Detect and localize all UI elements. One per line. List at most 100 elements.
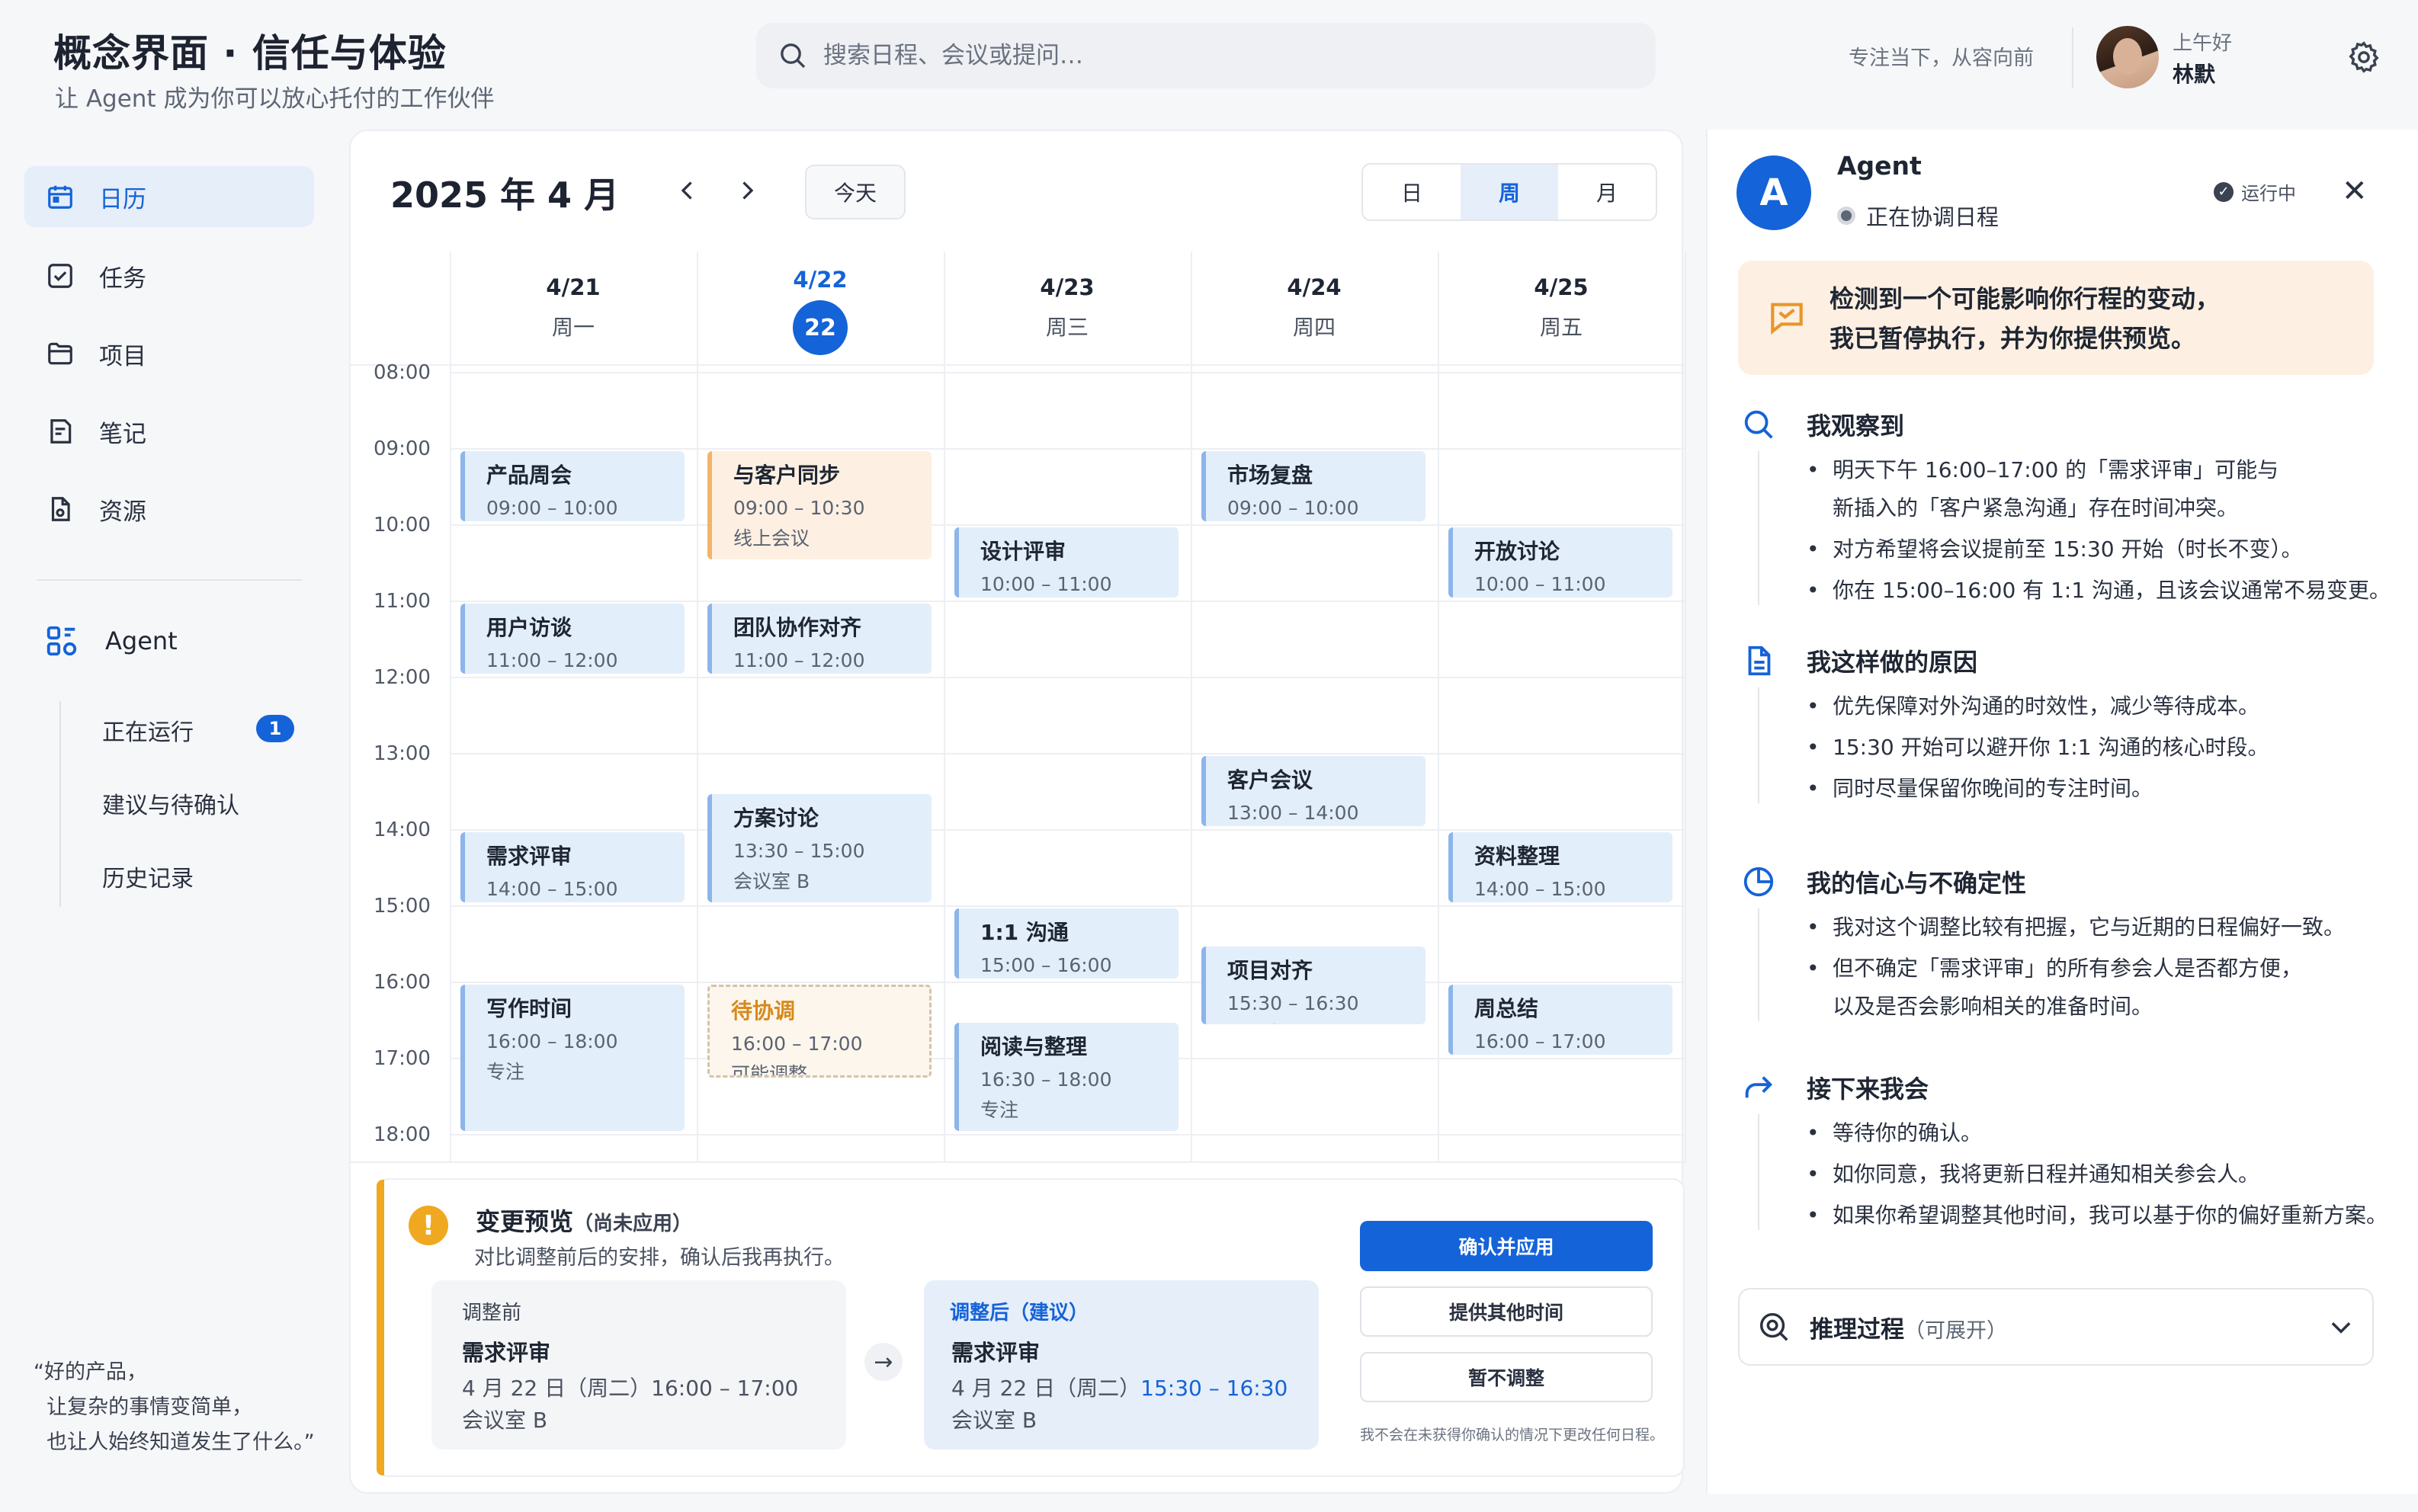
calendar-event[interactable]: 客户会议13:00 – 14:00线上会议	[1201, 756, 1425, 826]
calendar-event[interactable]: 团队协作对齐11:00 – 12:00会议室 A	[707, 604, 932, 674]
bullet-text: 我对这个调整比较有把握，它与近期的日程偏好一致。	[1833, 915, 2346, 940]
sidebar-item-label: 任务	[99, 264, 146, 293]
event-time: 14:00 – 15:00	[1474, 878, 1606, 900]
calendar-event[interactable]: 待协调 16:00 – 17:00 可能调整	[707, 985, 932, 1078]
grid-bottom-line	[351, 1161, 1685, 1163]
greeting: 上午好	[2173, 32, 2233, 55]
close-icon[interactable]: ✕	[2342, 174, 2368, 209]
header-divider	[2072, 27, 2073, 88]
day-weekday: 周五	[1539, 315, 1583, 340]
bullet-text: 对方希望将会议提前至 15:30 开始（时长不变）。	[1833, 537, 2303, 562]
calendar-event[interactable]: 1:1 沟通15:00 – 16:00线上会议	[954, 908, 1179, 979]
sidebar-item-resources[interactable]: 资源	[24, 479, 314, 540]
sidebar-item-notes[interactable]: 笔记	[24, 401, 314, 462]
calendar-event[interactable]: 设计评审10:00 – 11:00会议室 A	[954, 527, 1179, 597]
calendar-event[interactable]: 产品周会09:00 – 10:00会议室 A	[460, 451, 685, 521]
confirm-apply-button[interactable]: 确认并应用	[1360, 1221, 1653, 1271]
day-header[interactable]: 4/22 22	[698, 267, 942, 355]
day-header[interactable]: 4/21 周一	[451, 274, 695, 341]
view-day-button[interactable]: 日	[1363, 165, 1461, 219]
sidebar-item-agent[interactable]: Agent	[44, 623, 178, 658]
event-time: 15:30 – 16:30	[1227, 992, 1359, 1014]
grid-hour-line	[450, 905, 1685, 907]
event-time: 09:00 – 10:00	[486, 497, 618, 519]
event-title: 1:1 沟通	[980, 920, 1069, 945]
chevron-down-icon[interactable]	[2327, 1312, 2355, 1341]
agent-state-text: 正在协调日程	[1866, 204, 2000, 230]
event-title: 方案讨论	[733, 806, 819, 831]
time-label: 13:00	[374, 742, 431, 765]
sidebar-item-projects[interactable]: 项目	[24, 323, 314, 384]
preview-title-text: 变更预览	[476, 1207, 574, 1236]
search-input[interactable]	[823, 42, 1586, 69]
sidebar-item-tasks[interactable]: 任务	[24, 245, 314, 306]
section-title: 我的信心与不确定性	[1807, 869, 2027, 898]
calendar-event[interactable]: 周总结16:00 – 17:00线上会议	[1448, 985, 1672, 1055]
sidebar-item-calendar[interactable]: 日历	[24, 166, 314, 227]
grid-hour-line	[450, 601, 1685, 602]
sidebar-item-running[interactable]: 正在运行	[102, 713, 194, 747]
event-location: 专注	[486, 1061, 525, 1083]
avatar[interactable]	[2096, 26, 2159, 88]
chevron-left-icon[interactable]	[674, 177, 701, 204]
section-bullet: 如你同意，我将更新日程并通知相关参会人。	[1807, 1155, 2259, 1193]
bullet-text: 等待你的确认。	[1833, 1120, 1983, 1145]
today-button[interactable]: 今天	[805, 165, 906, 219]
section-line	[1758, 1114, 1759, 1230]
chevron-right-icon[interactable]	[733, 177, 761, 204]
calendar-event[interactable]: 市场复盘09:00 – 10:00会议室 B	[1201, 451, 1425, 521]
day-date: 4/24	[1287, 274, 1342, 300]
calendar-event[interactable]: 阅读与整理 16:30 – 18:00 专注	[954, 1023, 1179, 1131]
calendar-event[interactable]: 写作时间 16:00 – 18:00 专注	[460, 985, 685, 1131]
calendar-event[interactable]: 资料整理14:00 – 15:00专注	[1448, 832, 1672, 902]
calendar-event[interactable]: 方案讨论 13:30 – 15:00 会议室 B	[707, 794, 932, 902]
app-subtitle: 让 Agent 成为你可以放心托付的工作伙伴	[55, 85, 495, 113]
grid-hour-line	[450, 1134, 1685, 1136]
other-time-button[interactable]: 提供其他时间	[1360, 1286, 1653, 1337]
calendar-event[interactable]: 需求评审14:00 – 15:00会议室 B	[460, 832, 685, 902]
day-header[interactable]: 4/25 周五	[1439, 274, 1683, 341]
grid-header-line	[351, 364, 1685, 366]
after-box: 调整后（建议） 需求评审 4 月 22 日（周二）15:30 – 16:30 会…	[924, 1280, 1319, 1450]
skip-adjust-button[interactable]: 暂不调整	[1360, 1352, 1653, 1402]
calendar-event[interactable]: 与客户同步 09:00 – 10:30 线上会议	[707, 451, 932, 559]
view-month-button[interactable]: 月	[1558, 165, 1656, 219]
running-status: ✓ 运行中	[2214, 178, 2296, 205]
reasoning-expander[interactable]: 推理过程（可展开）	[1738, 1288, 2374, 1366]
calendar-event[interactable]: 用户访谈11:00 – 12:00线上会议	[460, 604, 685, 674]
arrow-right-icon: →	[864, 1343, 903, 1381]
grid-hour-line	[450, 524, 1685, 526]
event-title: 市场复盘	[1227, 463, 1313, 488]
event-time: 13:00 – 14:00	[1227, 802, 1359, 824]
event-time: 11:00 – 12:00	[733, 649, 865, 671]
event-title: 写作时间	[486, 996, 572, 1021]
preview-subtitle: 对比调整前后的安排，确认后我再执行。	[474, 1246, 845, 1270]
view-week-button[interactable]: 周	[1461, 165, 1558, 219]
preview-title: 变更预览（尚未应用）	[476, 1203, 692, 1238]
bullet-text: 如果你希望调整其他时间，我可以基于你的偏好重新方案。	[1833, 1203, 2388, 1228]
day-weekday: 周四	[1292, 315, 1336, 340]
event-title: 项目对齐	[1227, 958, 1313, 983]
sidebar-item-history[interactable]: 历史记录	[102, 860, 194, 893]
folder-icon	[48, 342, 72, 365]
section-title: 我这样做的原因	[1807, 648, 1978, 677]
search-bar[interactable]	[756, 23, 1656, 88]
event-location: 线上会议	[733, 527, 810, 549]
reasoning-title-text: 推理过程	[1810, 1315, 1904, 1344]
time-label: 11:00	[374, 590, 431, 613]
after-label: 调整后（建议）	[950, 1302, 1089, 1325]
app-title: 概念界面 · 信任与体验	[53, 31, 447, 75]
day-header[interactable]: 4/23 周三	[945, 274, 1189, 341]
gear-icon[interactable]	[2346, 40, 2381, 75]
event-title: 阅读与整理	[980, 1034, 1088, 1059]
calendar-event[interactable]: 开放讨论10:00 – 11:00会议室 A	[1448, 527, 1672, 597]
after-event-date-text: 4 月 22 日（周二）	[951, 1376, 1141, 1401]
day-header[interactable]: 4/24 周四	[1192, 274, 1436, 341]
before-box: 调整前 需求评审 4 月 22 日（周二）16:00 – 17:00 会议室 B	[431, 1280, 846, 1450]
section-title: 接下来我会	[1807, 1075, 1929, 1104]
calendar-event[interactable]: 项目对齐 15:30 – 16:30 会议室 A	[1201, 947, 1425, 1024]
sidebar-item-suggestions[interactable]: 建议与待确认	[102, 786, 239, 820]
alert-text: 检测到一个可能影响你行程的变动， 我已暂停执行，并为你提供预览。	[1830, 284, 2221, 353]
section-bullet: 对方希望将会议提前至 15:30 开始（时长不变）。	[1807, 530, 2303, 569]
section-line	[1758, 451, 1759, 605]
